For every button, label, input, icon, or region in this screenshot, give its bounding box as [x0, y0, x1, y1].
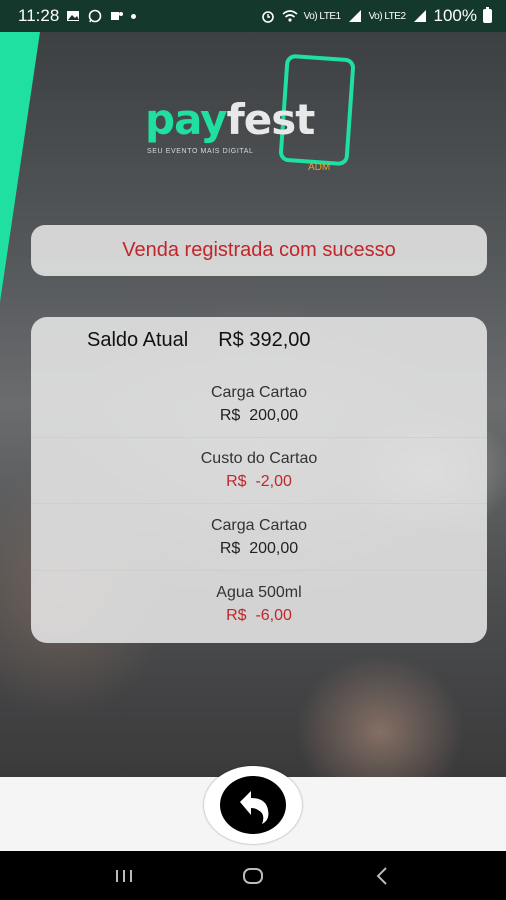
transaction-item: Custo do Cartao R$ -2,00 — [31, 438, 487, 504]
status-bar-right: Vo) LTE1 Vo) LTE2 100% — [260, 6, 492, 26]
nav-back-icon — [376, 866, 387, 885]
logo-word-pay: pay — [145, 95, 227, 144]
transaction-description: Carga Cartao — [210, 516, 308, 534]
nav-home-button[interactable] — [238, 861, 268, 891]
payfest-logo: payfest SEU EVENTO MAIS DIGITAL ADM — [145, 52, 365, 173]
balance-row: Saldo Atual R$ 392,00 — [87, 329, 311, 352]
nav-back-button[interactable] — [367, 861, 397, 891]
success-message-box: Venda registrada com sucesso — [31, 225, 487, 276]
logo-wordmark: payfest — [145, 95, 316, 144]
battery-icon — [483, 7, 492, 23]
transaction-item: Carga Cartao R$ 200,00 — [31, 371, 487, 438]
transaction-description: Agua 500ml — [216, 583, 302, 601]
teams-icon — [109, 8, 125, 24]
alarm-icon — [260, 8, 276, 24]
whatsapp-icon — [87, 8, 103, 24]
battery-percent: 100% — [433, 6, 477, 25]
signal-label-2: Vo) LTE2 — [368, 10, 406, 22]
signal-icon-1 — [347, 8, 363, 24]
transaction-amount: R$ 200,00 — [219, 406, 299, 424]
transaction-amount: R$ -6,00 — [226, 606, 292, 624]
back-arrow-icon — [220, 776, 286, 834]
transaction-list: Carga Cartao R$ 200,00 Custo do Cartao R… — [31, 371, 487, 637]
recents-icon — [116, 869, 133, 882]
nav-recents-button[interactable] — [109, 861, 139, 891]
balance-value: R$ 392,00 — [218, 329, 311, 351]
logo-word-fest: fest — [226, 95, 316, 144]
transaction-description: Carga Cartao — [210, 383, 308, 401]
signal-label-1: Vo) LTE1 — [303, 10, 341, 22]
balance-card: Saldo Atual R$ 392,00 Carga Cartao R$ 20… — [31, 317, 487, 643]
logo-tagline: SEU EVENTO MAIS DIGITAL — [147, 148, 254, 155]
logo-adm-badge: ADM — [308, 162, 331, 173]
clock: 11:28 — [18, 6, 60, 25]
success-message: Venda registrada com sucesso — [122, 239, 396, 261]
wifi-icon — [282, 8, 298, 24]
transaction-item: Carga Cartao R$ 200,00 — [31, 504, 487, 571]
transaction-description: Custo do Cartao — [200, 450, 318, 468]
transaction-amount: R$ 200,00 — [219, 539, 299, 557]
home-icon — [242, 867, 263, 884]
transaction-item: Agua 500ml R$ -6,00 — [31, 571, 487, 638]
system-nav-bar — [0, 851, 506, 900]
status-bar-left: 11:28 — [18, 6, 137, 26]
transaction-amount: R$ -2,00 — [226, 473, 292, 491]
signal-icon-2 — [412, 8, 428, 24]
more-notifications-icon — [131, 13, 137, 19]
balance-label: Saldo Atual — [87, 329, 189, 351]
back-button[interactable] — [204, 766, 302, 844]
status-bar: 11:28 Vo) LTE1 Vo) LTE2 100% — [0, 0, 506, 32]
gallery-icon — [65, 8, 81, 24]
